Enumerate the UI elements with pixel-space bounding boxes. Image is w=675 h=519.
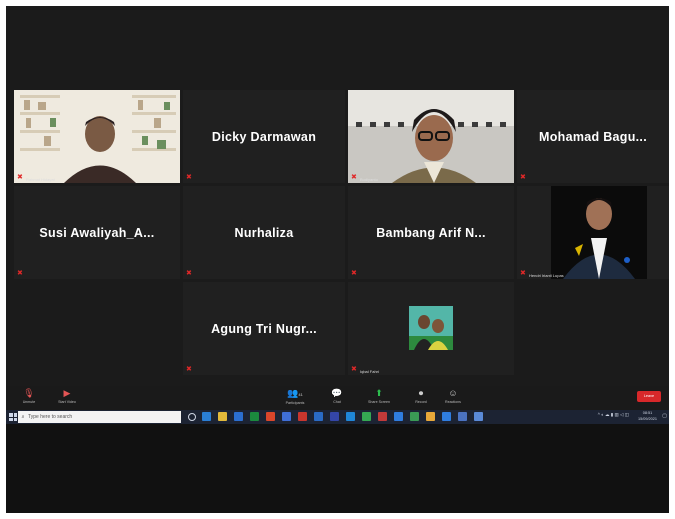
muted-icon: ✖: [351, 270, 357, 277]
search-placeholder: Type here to search: [28, 414, 73, 420]
start-video-button[interactable]: ▶ Start Video: [50, 388, 84, 408]
participant-name: Agung Tri Nugr...: [211, 321, 317, 336]
participant-tile[interactable]: Bambang Arif N... ✖: [348, 186, 514, 279]
record-icon: ⏺: [418, 388, 424, 398]
unmute-button[interactable]: 🎙 Unmute: [12, 388, 46, 408]
gallery-view: ✖ Rahmat Hidayat Dicky Darmawan ✖ ✖ Budi…: [6, 6, 669, 386]
muted-icon: ✖: [520, 174, 526, 181]
participant-tile-video[interactable]: ✖ Budiyanto: [348, 90, 514, 183]
participant-name: Mohamad Bagu...: [539, 129, 647, 144]
taskbar-search-box[interactable]: ⌕ Type here to search: [18, 411, 181, 423]
participant-tile[interactable]: Nurhaliza ✖: [183, 186, 345, 279]
app-icon[interactable]: [314, 412, 323, 421]
muted-icon: ✖: [186, 366, 192, 373]
participant-tile-video[interactable]: ✖ Rahmat Hidayat: [14, 90, 180, 183]
participant-video: [348, 90, 514, 183]
task-view-icon[interactable]: [188, 413, 196, 421]
participants-button[interactable]: 👥41 Participants: [278, 388, 312, 408]
windows-taskbar: ⌕ Type here to search ^ ◐ ☁ ▮ ▥ ◁ ◫ 08:51…: [6, 410, 669, 424]
system-tray-icons[interactable]: ^ ◐ ☁ ▮ ▥ ◁ ◫: [598, 412, 629, 418]
chat-button[interactable]: 💬 Chat: [320, 388, 354, 408]
notification-icon[interactable]: ▢: [662, 413, 667, 419]
participant-tile[interactable]: Mohamad Bagu... ✖: [517, 90, 669, 183]
app-icon[interactable]: [282, 412, 291, 421]
participants-icon: 👥41: [287, 388, 303, 398]
participant-label: Budiyanto: [360, 177, 378, 182]
participant-avatar: [409, 306, 453, 350]
participant-label: Hendri Irianti Lupas: [529, 273, 564, 278]
powerpoint-icon[interactable]: [298, 412, 307, 421]
share-screen-button[interactable]: ⬆ Share Screen: [362, 388, 396, 408]
muted-icon: ✖: [17, 270, 23, 277]
participant-tile-video[interactable]: ✖ Hendri Irianti Lupas: [517, 186, 669, 279]
app-icon[interactable]: [330, 412, 339, 421]
participant-name: Nurhaliza: [234, 225, 294, 240]
app-icon[interactable]: [362, 412, 371, 421]
zoom-taskbar-icon[interactable]: [394, 412, 403, 421]
microphone-muted-icon: 🎙: [23, 388, 35, 398]
participant-name: Bambang Arif N...: [376, 225, 486, 240]
windows-start-icon[interactable]: [9, 413, 17, 421]
muted-icon: ✖: [186, 270, 192, 277]
participant-video: [14, 90, 180, 183]
app-icon[interactable]: [378, 412, 387, 421]
participant-tile[interactable]: Dicky Darmawan ✖: [183, 90, 345, 183]
search-icon: ⌕: [21, 414, 25, 420]
muted-icon: ✖: [186, 174, 192, 181]
video-off-icon: ▶: [63, 388, 71, 398]
participant-label: Rahmat Hidayat: [26, 177, 55, 182]
participant-tile[interactable]: ✖ Iqbal Fahri: [348, 282, 514, 375]
zoom-window: ✖ Rahmat Hidayat Dicky Darmawan ✖ ✖ Budi…: [6, 6, 669, 513]
edge-icon[interactable]: [202, 412, 211, 421]
participant-tile[interactable]: Agung Tri Nugr... ✖: [183, 282, 345, 375]
participant-label: Iqbal Fahri: [360, 369, 379, 374]
app-icon[interactable]: [346, 412, 355, 421]
chat-icon: 💬: [331, 388, 343, 398]
chrome-icon[interactable]: [266, 412, 275, 421]
meeting-toolbar: 🎙 Unmute ▶ Start Video 👥41 Participants …: [6, 386, 669, 410]
participant-video: [517, 186, 669, 279]
app-icon[interactable]: [458, 412, 467, 421]
app-icon[interactable]: [410, 412, 419, 421]
file-explorer-icon[interactable]: [218, 412, 227, 421]
muted-icon: ✖: [351, 366, 357, 373]
muted-icon: ✖: [520, 270, 526, 277]
participant-name: Dicky Darmawan: [211, 129, 317, 144]
app-icon[interactable]: [442, 412, 451, 421]
app-icon[interactable]: [426, 412, 435, 421]
app-icon[interactable]: [474, 412, 483, 421]
excel-icon[interactable]: [250, 412, 259, 421]
muted-icon: ✖: [351, 174, 357, 181]
leave-button[interactable]: Leave: [637, 391, 661, 402]
reactions-button[interactable]: ☺ Reactions: [436, 388, 470, 408]
word-icon[interactable]: [234, 412, 243, 421]
record-button[interactable]: ⏺ Record: [404, 388, 438, 408]
participant-name: Susi Awaliyah_A...: [39, 225, 155, 240]
muted-icon: ✖: [17, 174, 23, 181]
participant-tile[interactable]: Susi Awaliyah_A... ✖: [14, 186, 180, 279]
reactions-icon: ☺: [448, 388, 458, 398]
share-screen-icon: ⬆: [375, 388, 383, 398]
taskbar-clock[interactable]: 08:51 15/09/2021: [638, 411, 657, 422]
